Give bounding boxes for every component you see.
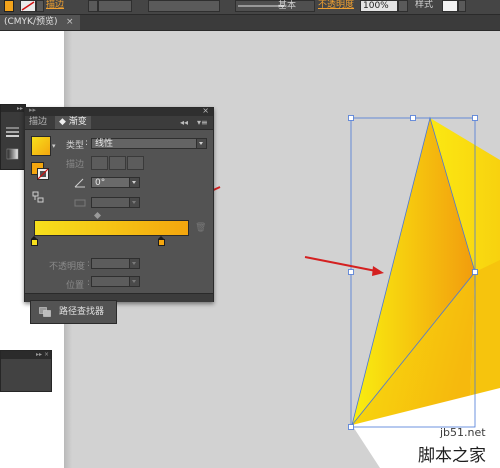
- bbox-handle-ml[interactable]: [348, 269, 354, 275]
- chevron-down-icon: [129, 178, 139, 187]
- stroke-box-none[interactable]: [37, 168, 49, 180]
- pathfinder-icon: [39, 307, 51, 317]
- tab-gradient[interactable]: ◆ 渐变: [55, 116, 91, 129]
- stroke-gradient-label: 描边: [66, 160, 85, 170]
- panel-grip-icon: ▸▸: [29, 106, 37, 114]
- collapsed-panel-grip[interactable]: ▸▸ ×: [1, 351, 51, 359]
- stop-color-square: [31, 239, 38, 246]
- collapsed-panel: ▸▸ ×: [0, 350, 52, 392]
- angle-field[interactable]: 0°: [91, 177, 140, 188]
- reverse-gradient-icon[interactable]: [32, 191, 44, 203]
- bbox-handle-tr[interactable]: [472, 115, 478, 121]
- watermark-url: jb51.net: [440, 426, 486, 439]
- angle-icon: [74, 178, 85, 188]
- bbox-handle-bl[interactable]: [348, 424, 354, 430]
- stop-position-label: 位置: [66, 281, 85, 291]
- panel-tab-bar: 描边 ◆ 渐变 ◂◂ ▾≡: [25, 116, 213, 130]
- aspect-ratio-icon: [74, 199, 86, 207]
- panel-grip[interactable]: ▸▸: [1, 105, 25, 112]
- stop-opacity-label: 不透明度: [49, 262, 86, 272]
- gradient-panel: ▸▸ × 描边 ◆ 渐变 ◂◂ ▾≡ ▾ 类型 : 线性 描边 0° 🗑 不透明…: [24, 106, 214, 302]
- gradient-stop-right[interactable]: [158, 236, 165, 246]
- gradient-slider[interactable]: [34, 220, 189, 236]
- aspect-ratio-field[interactable]: [91, 197, 140, 208]
- angle-value: 0°: [95, 178, 106, 188]
- tab-stroke[interactable]: 描边: [25, 116, 51, 129]
- panel-close-icon[interactable]: ×: [202, 106, 209, 115]
- chevron-down-icon: [129, 198, 139, 207]
- type-colon: :: [85, 138, 89, 148]
- tab-gradient-label: 渐变: [68, 117, 87, 127]
- bbox-handle-mr[interactable]: [472, 269, 478, 275]
- collapse-icon[interactable]: ◂◂: [180, 116, 188, 129]
- annotation-arrow-to-shape: [304, 256, 384, 276]
- gradient-thumbnail[interactable]: [31, 136, 51, 156]
- bbox-handle-tm[interactable]: [410, 115, 416, 121]
- delete-stop-icon[interactable]: 🗑: [195, 223, 206, 233]
- position-colon: :: [87, 278, 91, 288]
- chevron-down-icon: [129, 277, 139, 286]
- stop-color-square: [158, 239, 165, 246]
- pathfinder-panel-tab[interactable]: 路径查找器: [30, 300, 117, 324]
- collapsed-panel-column: ▸▸: [0, 104, 26, 170]
- gradient-panel-icon[interactable]: [4, 147, 21, 161]
- opacity-colon: :: [87, 259, 91, 269]
- chevron-down-icon[interactable]: ▾: [52, 142, 56, 150]
- stroke-along-button[interactable]: [109, 156, 126, 170]
- stop-opacity-field[interactable]: [91, 258, 140, 269]
- stop-position-field[interactable]: [91, 276, 140, 287]
- type-label: 类型: [66, 141, 85, 151]
- stroke-panel-icon[interactable]: [4, 125, 21, 139]
- gradient-stop-left[interactable]: [31, 236, 38, 246]
- type-select-value: 线性: [95, 139, 114, 149]
- bbox-handle-tl[interactable]: [348, 115, 354, 121]
- type-select[interactable]: 线性: [91, 138, 207, 149]
- stroke-across-button[interactable]: [127, 156, 144, 170]
- watermark-name: 脚本之家: [418, 446, 486, 466]
- panel-menu-icon[interactable]: ▾≡: [197, 116, 208, 129]
- chevron-down-icon: [129, 259, 139, 268]
- stroke-within-button[interactable]: [91, 156, 108, 170]
- pathfinder-label: 路径查找器: [59, 307, 105, 317]
- midpoint-diamond[interactable]: [94, 212, 101, 219]
- chevron-down-icon: [196, 139, 206, 148]
- panel-header[interactable]: ▸▸ ×: [25, 106, 213, 116]
